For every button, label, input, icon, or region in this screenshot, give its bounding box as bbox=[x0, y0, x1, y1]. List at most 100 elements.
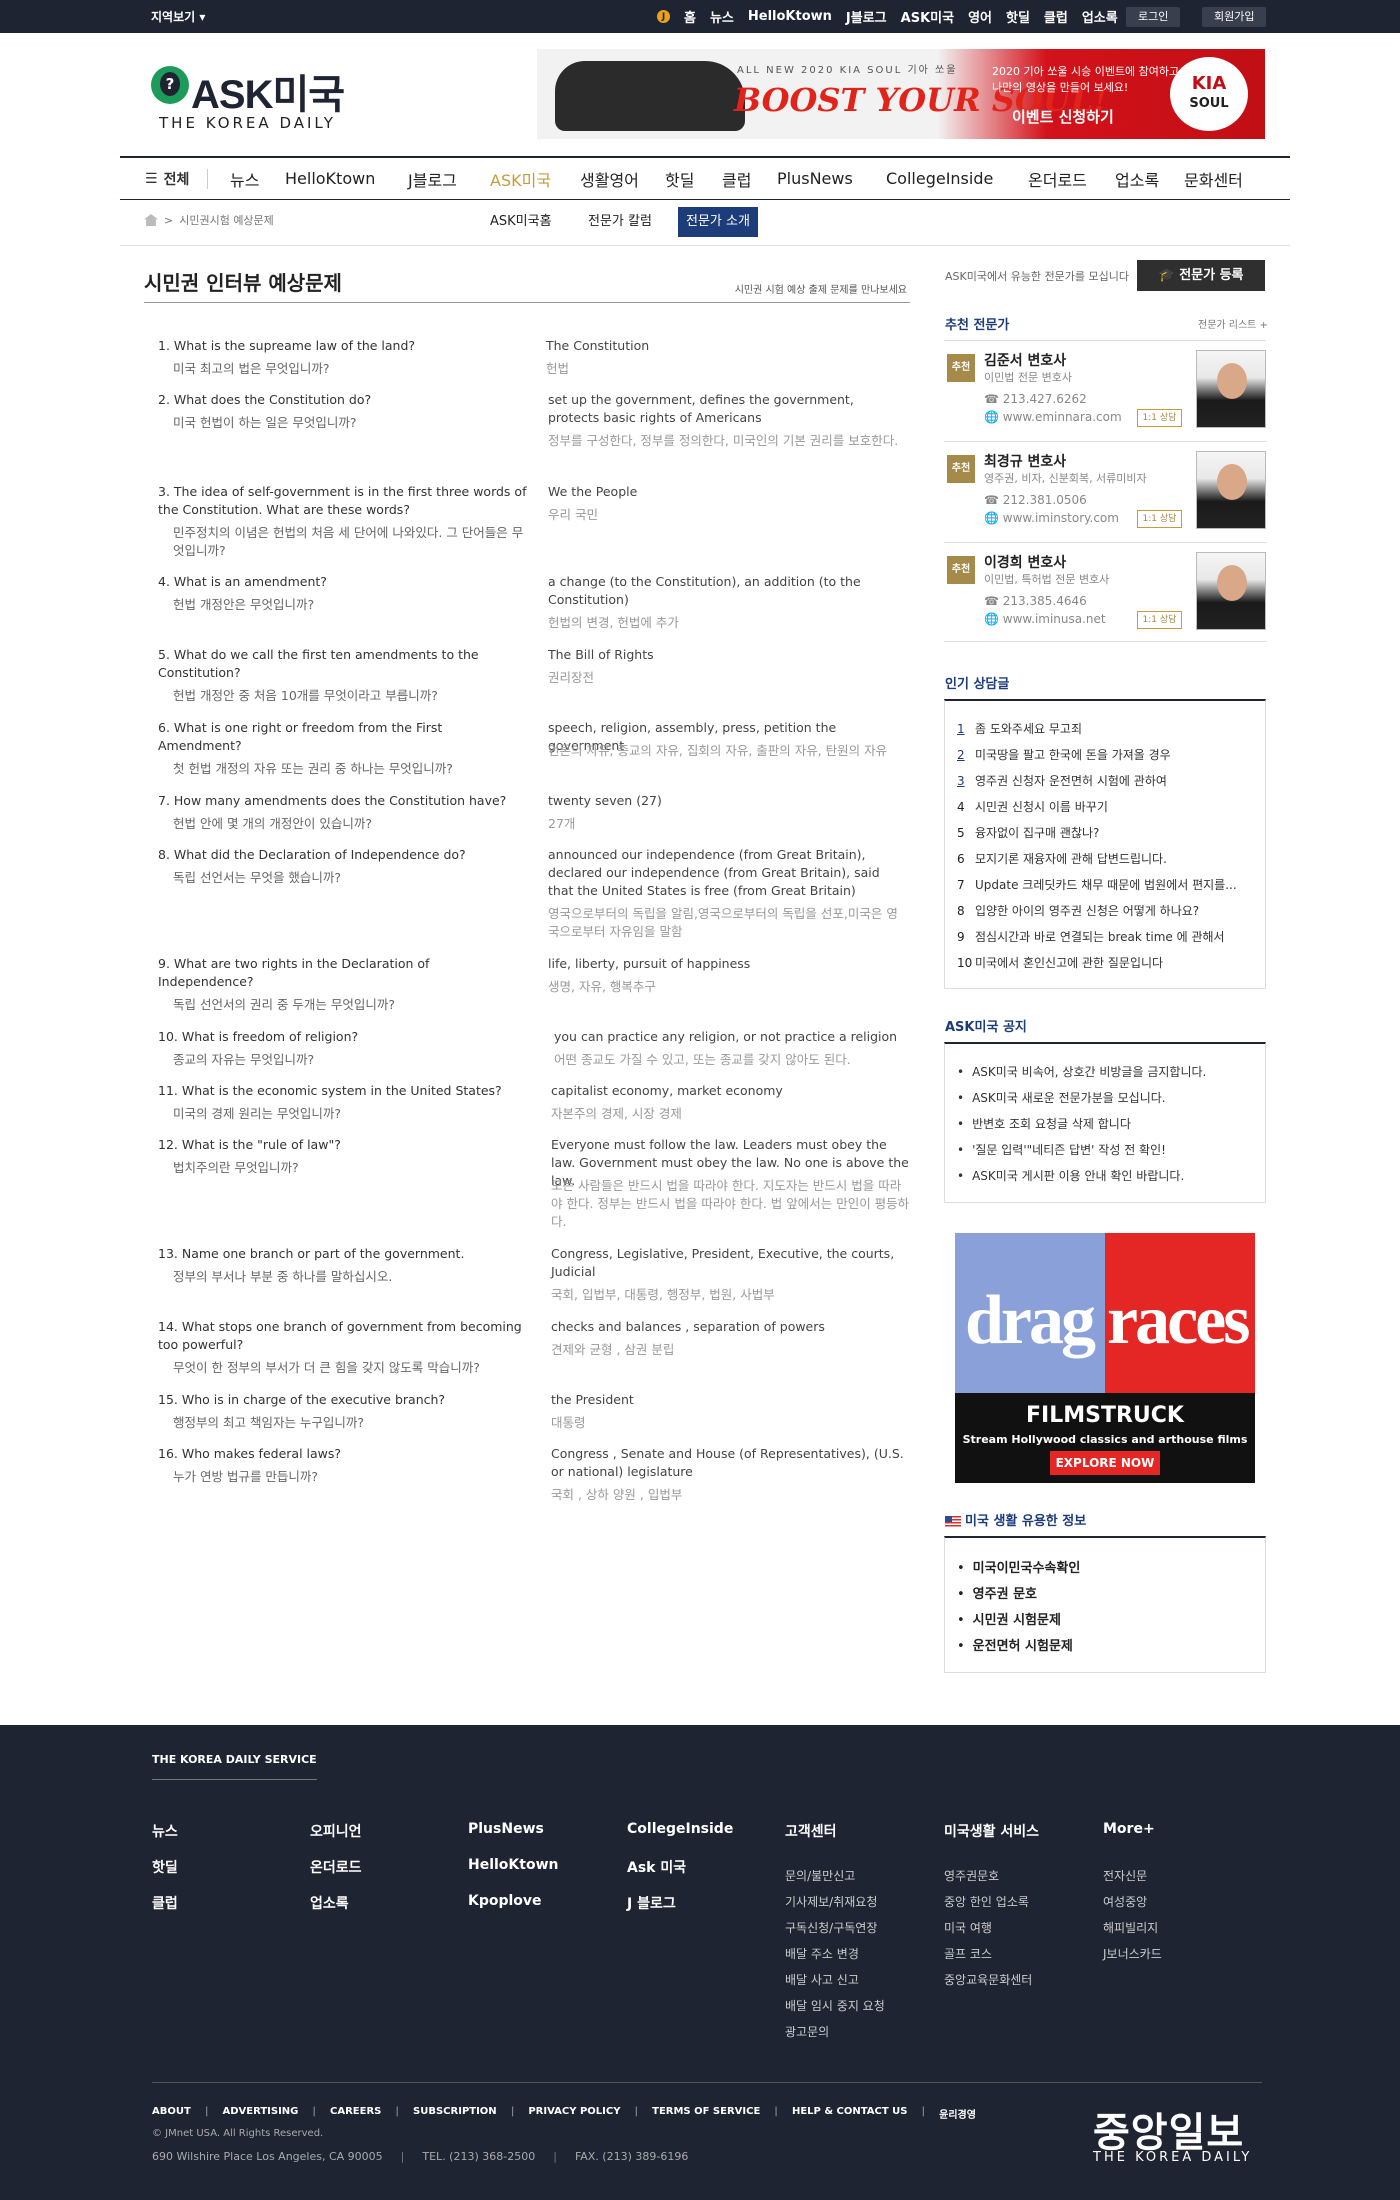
top-link-english[interactable]: 영어 bbox=[968, 7, 992, 26]
popular-item[interactable]: 10 미국에서 혼인신고에 관한 질문입니다 bbox=[957, 954, 1257, 971]
footer-link[interactable]: Kpoplove bbox=[468, 1893, 542, 1909]
top-link-hotdeal[interactable]: 핫딜 bbox=[1006, 7, 1030, 26]
expert-register-button[interactable]: 🎓 전문가 등록 bbox=[1137, 260, 1265, 291]
footer-life-link[interactable]: 중앙 한인 업소록 bbox=[944, 1893, 1029, 1910]
footer-link[interactable]: 업소록 bbox=[310, 1893, 349, 1913]
nav-directory[interactable]: 업소록 bbox=[1115, 167, 1159, 191]
top-link-directory[interactable]: 업소록 bbox=[1082, 7, 1118, 26]
footer-link[interactable]: 오피니언 bbox=[310, 1821, 362, 1841]
site-logo[interactable]: ASK미국 THE KOREA DAILY bbox=[151, 62, 371, 137]
kia-banner-ad[interactable]: ALL NEW 2020 KIA SOUL 기아 쏘울 BOOST YOUR S… bbox=[537, 49, 1265, 139]
footer-link[interactable]: 뉴스 bbox=[152, 1821, 178, 1841]
popular-item[interactable]: 3 영주권 신청자 운전면허 시험에 관하여 bbox=[957, 772, 1257, 789]
top-link-club[interactable]: 클럽 bbox=[1044, 7, 1068, 26]
popular-item[interactable]: 7 Update 크레딧카드 채무 때문에 법원에서 편지를... bbox=[957, 876, 1257, 893]
popular-item[interactable]: 8 입양한 아이의 영주권 신청은 어떻게 하나요? bbox=[957, 902, 1257, 919]
footer-cs-link[interactable]: 배달 주소 변경 bbox=[785, 1945, 859, 1962]
notice-item[interactable]: '질문 입력'"네티즌 답변' 작성 전 확인! bbox=[957, 1141, 1166, 1158]
footer-ethics-link[interactable]: 윤리경영 bbox=[939, 2106, 976, 2121]
nav-jblog[interactable]: J블로그 bbox=[408, 167, 457, 191]
footer-link[interactable]: J 블로그 bbox=[627, 1893, 676, 1913]
footer-help-link[interactable]: HELP & CONTACT US bbox=[792, 2106, 908, 2121]
footer-life-link[interactable]: 골프 코스 bbox=[944, 1945, 992, 1962]
expert-photo bbox=[1196, 451, 1266, 529]
consult-button[interactable]: 1:1 상담 bbox=[1137, 611, 1182, 629]
nav-hotdeal[interactable]: 핫딜 bbox=[665, 167, 694, 191]
footer-cs-link[interactable]: 배달 사고 신고 bbox=[785, 1971, 859, 1988]
info-item[interactable]: 시민권 시험문제 bbox=[957, 1609, 1061, 1628]
tab-expert-column[interactable]: 전문가 칼럼 bbox=[580, 207, 660, 237]
popular-item[interactable]: 5 융자없이 집구매 괜찮나? bbox=[957, 824, 1257, 841]
tab-ask-home[interactable]: ASK미국홈 bbox=[482, 207, 560, 237]
expert-website[interactable]: 🌐 www.iminusa.net bbox=[984, 612, 1106, 626]
notice-item[interactable]: ASK미국 비속어, 상호간 비방글을 금지합니다. bbox=[957, 1063, 1206, 1080]
footer-cs-link[interactable]: 기사제보/취재요청 bbox=[785, 1893, 877, 1910]
region-selector[interactable]: 지역보기 ▾ bbox=[151, 8, 205, 25]
footer-cs-link[interactable]: 배달 임시 중지 요청 bbox=[785, 1997, 885, 2014]
footer-privacy-link[interactable]: PRIVACY POLICY bbox=[528, 2106, 620, 2121]
footer-more-link[interactable]: 해피빌리지 bbox=[1103, 1919, 1158, 1936]
popular-item[interactable]: 6 모지기론 재융자에 관해 답변드립니다. bbox=[957, 850, 1257, 867]
footer-careers-link[interactable]: CAREERS bbox=[330, 2106, 381, 2121]
experts-more-link[interactable]: 전문가 리스트 + bbox=[1198, 316, 1268, 331]
footer-life-link[interactable]: 영주권문호 bbox=[944, 1867, 999, 1884]
footer-life-link[interactable]: 중앙교육문화센터 bbox=[944, 1971, 1032, 1988]
popular-item[interactable]: 4 시민권 신청시 이름 바꾸기 bbox=[957, 798, 1257, 815]
footer-cs-link[interactable]: 구독신청/구독연장 bbox=[785, 1919, 877, 1936]
footer-life-link[interactable]: 미국 여행 bbox=[944, 1919, 992, 1936]
login-button[interactable]: 로그인 bbox=[1126, 7, 1181, 27]
expert-card[interactable]: 추천 김준서 변호사 이민법 전문 변호사 ☎ 213.427.6262 🌐 w… bbox=[944, 340, 1266, 440]
consult-button[interactable]: 1:1 상담 bbox=[1137, 409, 1182, 427]
notice-item[interactable]: ASK미국 새로운 전문가분을 모십니다. bbox=[957, 1089, 1166, 1106]
nav-helloktown[interactable]: HelloKtown bbox=[285, 169, 375, 188]
expert-website[interactable]: 🌐 www.eminnara.com bbox=[984, 410, 1122, 424]
footer-terms-link[interactable]: TERMS OF SERVICE bbox=[652, 2106, 760, 2121]
popular-item[interactable]: 2 미국땅을 팔고 한국에 돈을 가져올 경우 bbox=[957, 746, 1257, 763]
notice-item[interactable]: 반변호 조회 요청글 삭제 합니다 bbox=[957, 1115, 1131, 1132]
footer-more-link[interactable]: 전자신문 bbox=[1103, 1867, 1147, 1884]
footer-subscription-link[interactable]: SUBSCRIPTION bbox=[413, 2106, 497, 2121]
nav-plusnews[interactable]: PlusNews bbox=[777, 169, 853, 188]
footer-link[interactable]: 온더로드 bbox=[310, 1857, 362, 1877]
expert-website[interactable]: 🌐 www.iminstory.com bbox=[984, 511, 1119, 525]
top-link-helloktown[interactable]: HelloKtown bbox=[748, 9, 832, 24]
signup-button[interactable]: 회원가입 bbox=[1202, 7, 1267, 27]
filmstruck-ad[interactable]: drag races FILMSTRUCK Stream Hollywood c… bbox=[955, 1233, 1255, 1483]
nav-collegeinside[interactable]: CollegeInside bbox=[886, 169, 993, 188]
nav-askmiguk[interactable]: ASK미국 bbox=[490, 167, 551, 191]
popular-item[interactable]: 1 좀 도와주세요 무고죄 bbox=[957, 720, 1257, 737]
nav-english[interactable]: 생활영어 bbox=[580, 167, 639, 191]
footer-link[interactable]: HelloKtown bbox=[468, 1857, 559, 1873]
popular-item[interactable]: 9 점심시간과 바로 연결되는 break time 에 관해서 bbox=[957, 928, 1257, 945]
footer-link[interactable]: 클럽 bbox=[152, 1893, 178, 1913]
expert-card[interactable]: 추천 최경규 변호사 영주권, 비자, 신분회복, 서류미비자 ☎ 212.38… bbox=[944, 441, 1266, 541]
nav-news[interactable]: 뉴스 bbox=[230, 167, 259, 191]
nav-club[interactable]: 클럽 bbox=[722, 167, 751, 191]
nav-culture[interactable]: 문화센터 bbox=[1184, 167, 1243, 191]
footer-cs-link[interactable]: 문의/불만신고 bbox=[785, 1867, 855, 1884]
all-menu-button[interactable]: ☰ 전체 bbox=[120, 168, 209, 189]
footer-cs-link[interactable]: 광고문의 bbox=[785, 2023, 829, 2040]
top-link-jblog[interactable]: J블로그 bbox=[846, 7, 887, 26]
footer-link[interactable]: 핫딜 bbox=[152, 1857, 178, 1877]
footer-link[interactable]: PlusNews bbox=[468, 1821, 544, 1837]
info-item[interactable]: 미국이민국수속확인 bbox=[957, 1557, 1081, 1576]
home-icon[interactable] bbox=[144, 214, 158, 226]
footer-link[interactable]: Ask 미국 bbox=[627, 1857, 686, 1877]
notice-item[interactable]: ASK미국 게시판 이용 안내 확인 바랍니다. bbox=[957, 1167, 1184, 1184]
footer-about-link[interactable]: ABOUT bbox=[152, 2106, 191, 2121]
top-link-askmiguk[interactable]: ASK미국 bbox=[901, 7, 954, 26]
footer-link[interactable]: CollegeInside bbox=[627, 1821, 733, 1837]
ad-cta-button[interactable]: EXPLORE NOW bbox=[1050, 1451, 1160, 1475]
info-item[interactable]: 운전면허 시험문제 bbox=[957, 1635, 1073, 1654]
info-item[interactable]: 영주권 문호 bbox=[957, 1583, 1037, 1602]
tab-expert-intro[interactable]: 전문가 소개 bbox=[678, 207, 758, 237]
nav-ontheroad[interactable]: 온더로드 bbox=[1028, 167, 1087, 191]
footer-more-link[interactable]: 여성중앙 bbox=[1103, 1893, 1147, 1910]
top-link-home[interactable]: 홈 bbox=[684, 7, 696, 26]
consult-button[interactable]: 1:1 상담 bbox=[1137, 510, 1182, 528]
footer-advertising-link[interactable]: ADVERTISING bbox=[222, 2106, 298, 2121]
footer-more-link[interactable]: J보너스카드 bbox=[1103, 1945, 1162, 1962]
expert-card[interactable]: 추천 이경희 변호사 이민법, 특허법 전문 변호사 ☎ 213.385.464… bbox=[944, 542, 1266, 642]
top-link-news[interactable]: 뉴스 bbox=[710, 7, 734, 26]
